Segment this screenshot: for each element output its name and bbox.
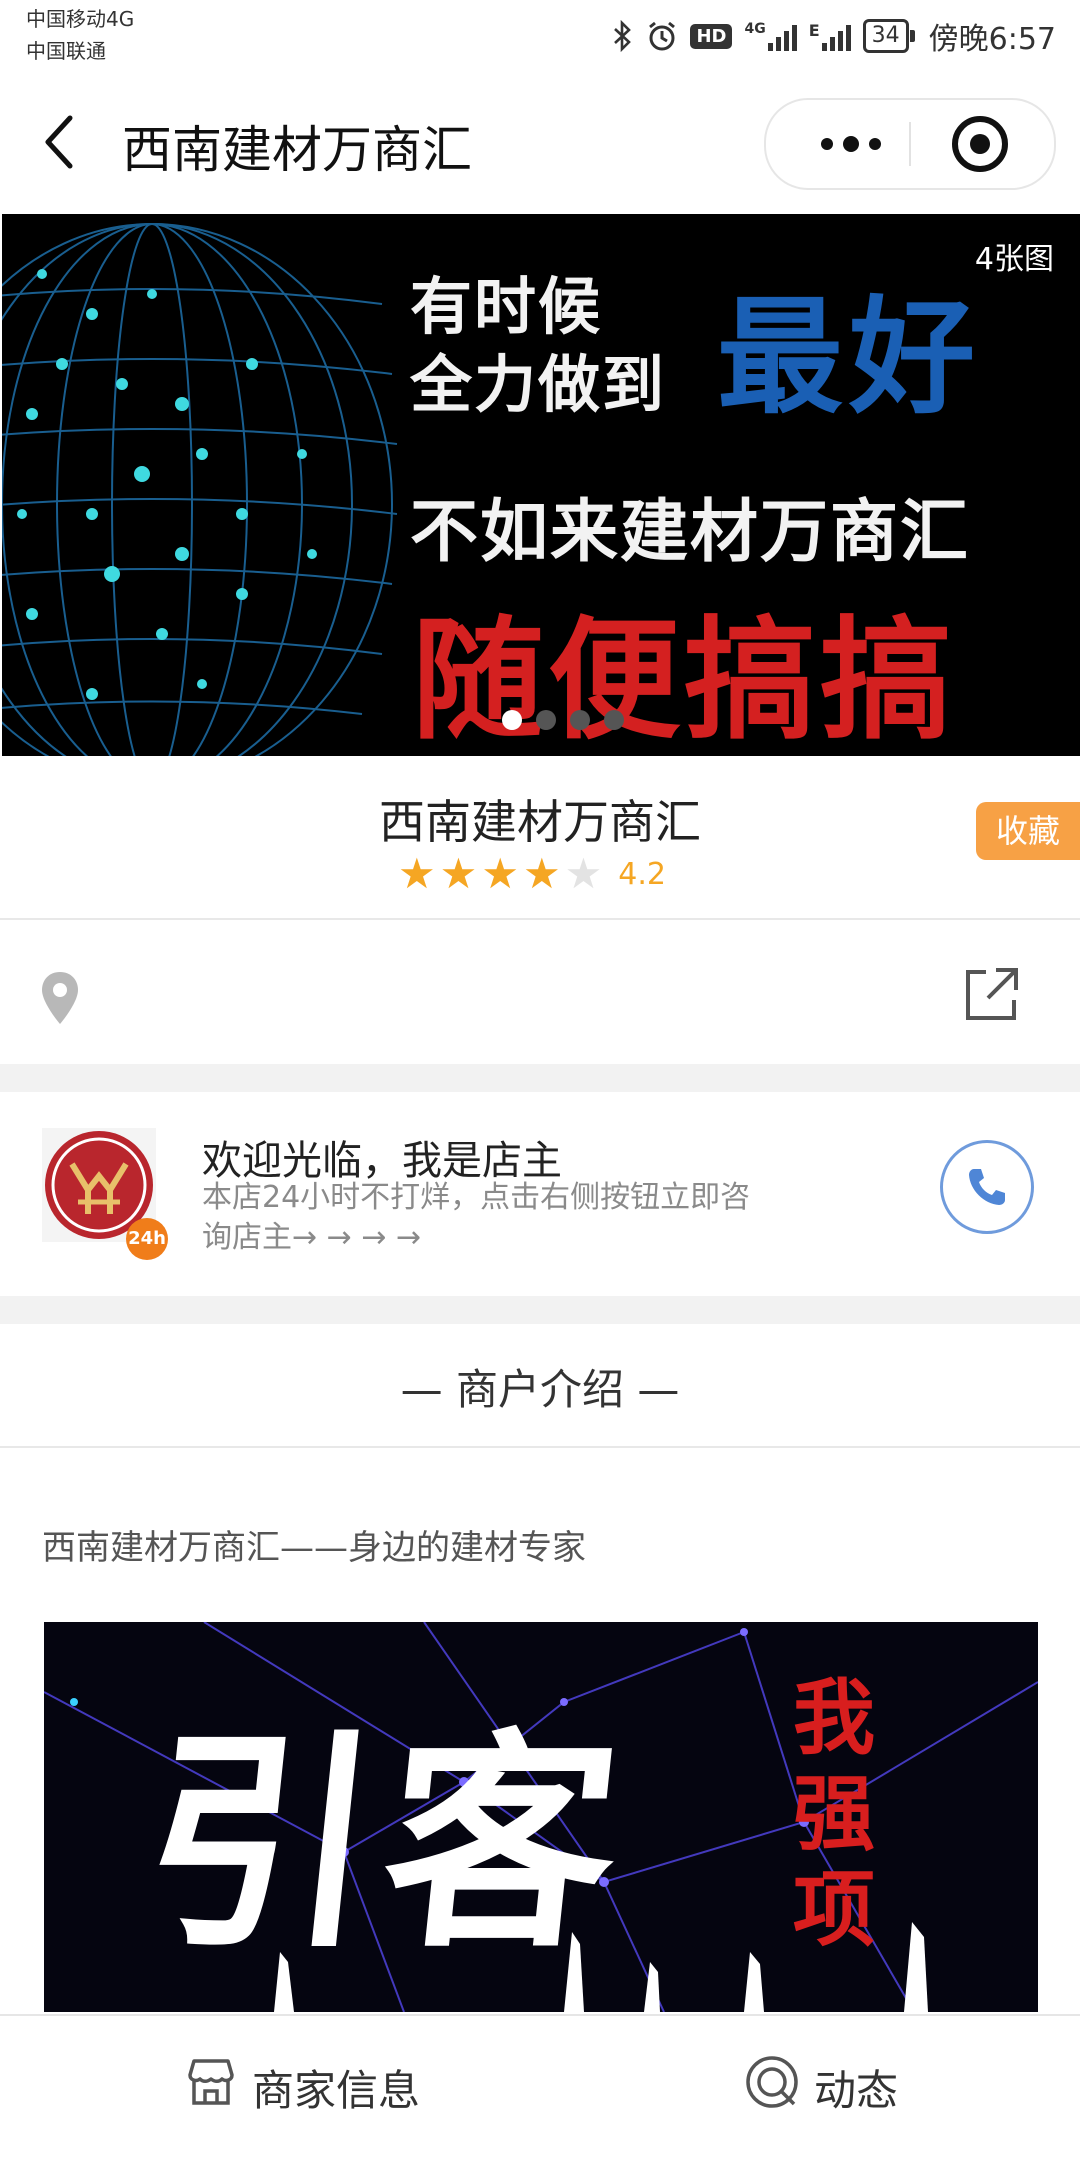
chevron-left-icon[interactable] <box>36 112 86 172</box>
signal-4g-icon: 4G <box>744 21 797 51</box>
nav-bar: 西南建材万商汇 <box>0 72 1080 212</box>
image-count-label: 4张图 <box>974 242 1054 277</box>
battery-icon: 34 <box>862 19 915 53</box>
carousel-dot <box>604 710 624 730</box>
external-link-icon[interactable] <box>960 964 1022 1026</box>
carousel-dot <box>536 710 556 730</box>
divider <box>0 918 1080 920</box>
tab-label: 动态 <box>814 2065 899 2115</box>
banner-highlight-text: 最好 <box>717 284 981 431</box>
carousel-dot <box>502 710 522 730</box>
location-pin-icon[interactable] <box>40 970 80 1026</box>
clock: 傍晚6:57 <box>928 22 1056 57</box>
page-title: 西南建材万商汇 <box>122 121 472 179</box>
banner-text-line1: 有时候 <box>410 270 603 343</box>
carrier-secondary: 中国联通 <box>26 39 106 63</box>
section-gap <box>0 1064 1080 1092</box>
status-icons: HD 4G E 34 傍晚6:57 <box>612 12 1056 60</box>
banner-carousel[interactable]: 4张图 有时候 全力做到 最好 不如来建材万商汇 随便搞搞 <box>2 214 1080 756</box>
bluetooth-icon <box>612 20 634 52</box>
capsule-divider <box>909 122 911 166</box>
divider <box>0 1446 1080 1448</box>
store-icon <box>184 2055 238 2119</box>
globe-graphic <box>2 223 398 756</box>
tab-label: 商家信息 <box>252 2065 421 2115</box>
more-dots-icon[interactable] <box>796 120 906 168</box>
promo-big-text: 引客 <box>131 1709 641 1979</box>
star-icon: ★ <box>564 849 603 898</box>
owner-description: 本店24小时不打烊，点击右侧按钮立即咨询店主→ → → → <box>202 1180 751 1255</box>
star-icon: ★ <box>522 849 561 898</box>
section-title-intro: — 商户介绍 — <box>400 1365 680 1414</box>
hd-voice-icon: HD <box>690 23 733 49</box>
star-icon: ★ <box>398 849 436 898</box>
24h-badge: 24h <box>126 1218 168 1260</box>
star-icon: ★ <box>481 849 519 898</box>
alarm-icon <box>646 20 678 52</box>
rating: ★ ★ ★ ★ ★ 4.2 <box>398 852 666 896</box>
carousel-indicator <box>502 710 624 730</box>
section-gap <box>0 1296 1080 1324</box>
promo-side-text: 我强项 <box>792 1670 875 1958</box>
phone-icon[interactable] <box>940 1140 1034 1234</box>
tab-shop-info[interactable]: 商家信息 <box>184 2052 420 2122</box>
status-bar: 中国移动4G 中国联通 HD 4G E 34 傍晚6:57 <box>0 0 1080 72</box>
promo-image: 引客 我强项 <box>44 1622 1038 2012</box>
bottom-tab-bar: 商家信息 动态 <box>0 2014 1080 2162</box>
carousel-dot <box>570 710 590 730</box>
signal-e-icon: E <box>809 21 851 51</box>
miniprogram-capsule <box>764 98 1056 190</box>
star-icon: ★ <box>439 849 478 898</box>
intro-text: 西南建材万商汇——身边的建材专家 <box>42 1528 586 1568</box>
moments-icon <box>744 2054 800 2120</box>
banner-text-line3: 不如来建材万商汇 <box>410 492 971 572</box>
shop-name: 西南建材万商汇 <box>379 795 701 849</box>
banner-red-text: 随便搞搞 <box>412 603 956 756</box>
miniprogram-close-icon[interactable] <box>952 116 1008 172</box>
tab-moments[interactable]: 动态 <box>744 2052 898 2122</box>
rating-value: 4.2 <box>618 856 666 892</box>
carrier-primary: 中国移动4G <box>26 7 135 31</box>
favorite-button[interactable]: 收藏 <box>976 802 1080 860</box>
banner-text-line2: 全力做到 <box>410 348 667 421</box>
